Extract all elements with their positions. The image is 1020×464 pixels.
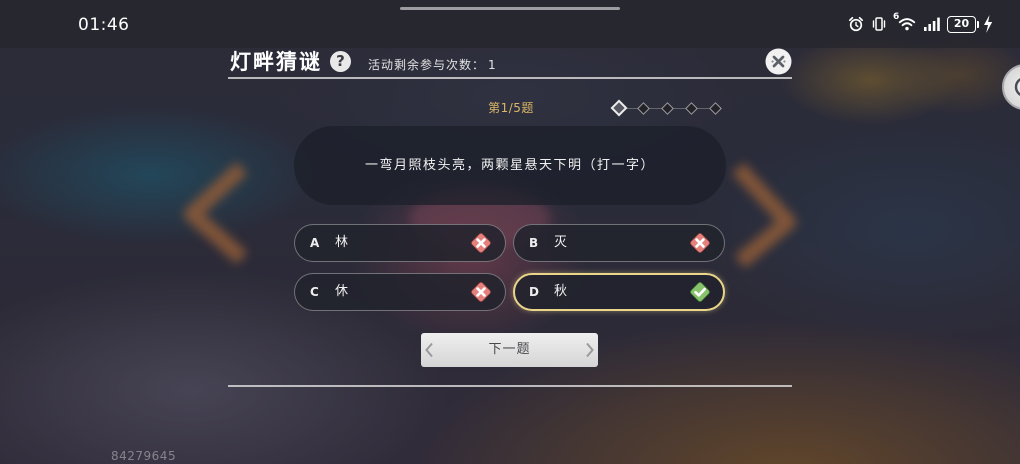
chevron-left-icon xyxy=(425,342,433,358)
progress-diamond-current xyxy=(610,99,628,117)
answer-option-c[interactable]: C 休 xyxy=(294,273,506,311)
header-divider xyxy=(228,77,792,79)
progress-diamond xyxy=(684,101,698,115)
cross-icon xyxy=(469,231,493,255)
close-icon[interactable] xyxy=(765,48,792,75)
side-menu-circle xyxy=(1002,64,1020,110)
battery-level: 20 xyxy=(953,17,970,30)
next-question-label: 下一题 xyxy=(488,342,531,357)
next-question-button[interactable]: 下一题 xyxy=(421,333,598,367)
remaining-attempts-count: 1 xyxy=(488,58,497,72)
cross-icon xyxy=(688,231,712,255)
option-letter: A xyxy=(310,236,320,250)
option-text: 秋 xyxy=(554,284,568,299)
status-time: 01:46 xyxy=(78,15,130,35)
page-title: 灯畔猜谜 xyxy=(230,50,322,74)
side-menu-button[interactable] xyxy=(1002,64,1020,110)
option-text: 休 xyxy=(335,284,349,299)
option-letter: B xyxy=(529,236,539,250)
charging-icon xyxy=(984,15,993,33)
progress-diamond xyxy=(660,101,674,115)
gesture-bar[interactable] xyxy=(400,7,620,10)
vibrate-icon xyxy=(872,17,886,31)
dim-overlay xyxy=(0,0,1020,464)
footer-divider xyxy=(228,385,792,387)
remaining-attempts: 活动剩余参与次数： 1 xyxy=(368,57,497,73)
option-text: 林 xyxy=(335,235,349,250)
progress-indicator xyxy=(610,99,722,117)
game-screen: 01:46 6 20 灯畔猜谜 ? 活动剩余参与次数： 1 第1/5题 一弯月照… xyxy=(0,0,1020,464)
wifi-icon xyxy=(898,18,916,31)
answer-option-a[interactable]: A 林 xyxy=(294,224,506,262)
option-text: 灭 xyxy=(554,235,568,250)
remaining-attempts-label: 活动剩余参与次数： xyxy=(368,58,486,72)
answer-option-b[interactable]: B 灭 xyxy=(513,224,725,262)
riddle-question: 一弯月照枝头亮，两颗星悬天下明（打一字） xyxy=(294,126,726,205)
cross-icon xyxy=(469,280,493,304)
option-letter: D xyxy=(529,285,539,299)
check-icon xyxy=(688,280,712,304)
chevron-right-icon xyxy=(586,342,594,358)
alarm-icon xyxy=(848,16,864,32)
battery-icon: 20 xyxy=(947,16,976,33)
question-progress-label: 第1/5题 xyxy=(488,101,534,115)
option-letter: C xyxy=(310,285,319,299)
battery-nub xyxy=(977,21,979,28)
progress-diamond xyxy=(708,101,722,115)
progress-diamond xyxy=(636,101,650,115)
question-icon[interactable]: ? xyxy=(330,51,351,72)
signal-icon xyxy=(924,17,940,31)
compass-icon xyxy=(1014,78,1020,96)
player-uid: 84279645 xyxy=(111,449,177,463)
answer-option-d[interactable]: D 秋 xyxy=(513,273,725,311)
